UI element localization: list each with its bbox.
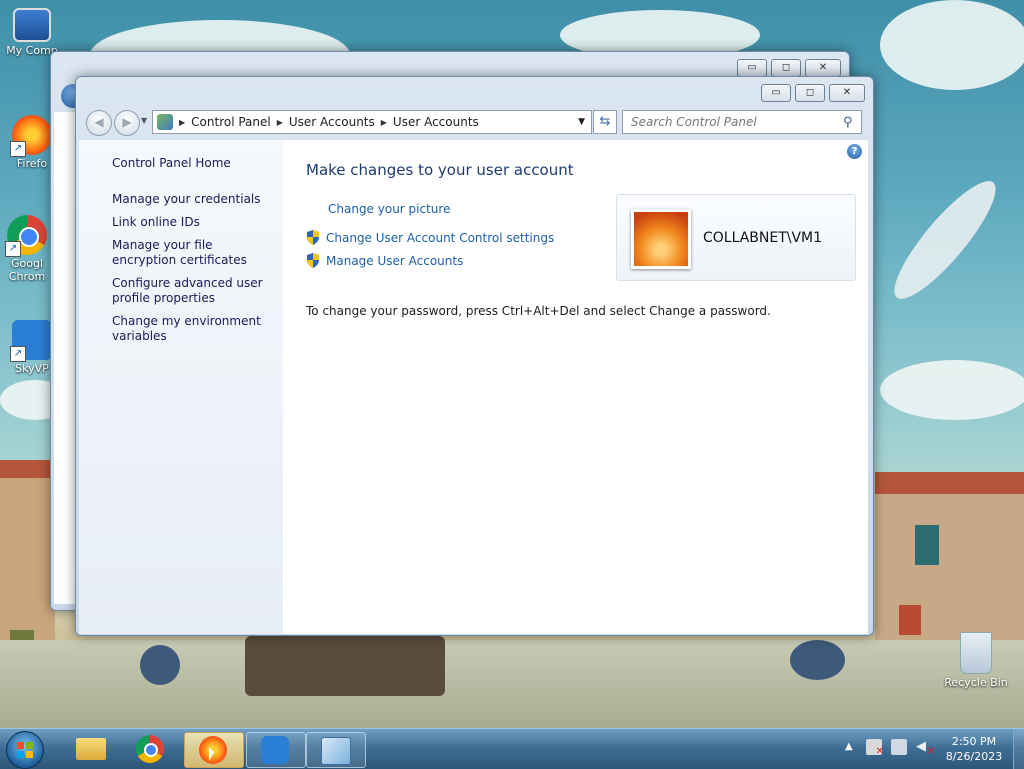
pigeon-right xyxy=(790,640,845,680)
desktop-icon-label: Googl Chrom xyxy=(8,257,46,283)
show-hidden-icons-icon[interactable]: ▲ xyxy=(845,741,853,752)
breadcrumb-user-accounts-current[interactable]: User Accounts xyxy=(393,115,479,129)
taskbar: ▲ ✕ ◀ ✕ 2:50 PM 8/26/2023 xyxy=(0,728,1024,769)
recycle-bin-icon xyxy=(960,632,992,674)
breadcrumb-control-panel[interactable]: Control Panel xyxy=(191,115,271,129)
breadcrumb-separator-icon[interactable]: ▶ xyxy=(381,118,387,127)
firefox-icon: ↗ xyxy=(10,115,52,157)
desktop-icon-recycle-bin[interactable]: Recycle Bin xyxy=(940,632,1012,689)
house-right xyxy=(875,472,1024,650)
account-picture[interactable] xyxy=(631,209,691,269)
clock[interactable]: 2:50 PM 8/26/2023 xyxy=(944,734,1004,764)
help-icon[interactable]: ? xyxy=(847,144,862,159)
clock-time: 2:50 PM xyxy=(951,735,997,748)
control-panel-icon xyxy=(157,114,173,130)
manage-credentials-link[interactable]: Manage your credentials xyxy=(112,192,277,207)
account-name: COLLABNET\VM1 xyxy=(703,230,823,246)
search-input[interactable] xyxy=(629,114,843,130)
desktop-icon-chrome[interactable]: ↗ Googl Chrom xyxy=(2,215,52,283)
volume-muted-icon[interactable]: ◀ ✕ xyxy=(916,739,935,757)
page-title: Make changes to your user account xyxy=(306,161,574,179)
taskbar-control-panel[interactable] xyxy=(306,732,366,768)
skyvpn-icon xyxy=(261,736,289,764)
network-icon[interactable] xyxy=(891,739,907,755)
file-explorer-icon xyxy=(76,738,106,760)
control-panel-home-link[interactable]: Control Panel Home xyxy=(112,156,231,171)
file-encryption-certificates-link[interactable]: Manage your file encryption certificates xyxy=(112,238,277,268)
cloud xyxy=(880,360,1024,420)
breadcrumb-separator-icon[interactable]: ▶ xyxy=(277,118,283,127)
account-tile: COLLABNET\VM1 xyxy=(616,194,856,281)
control-panel-window[interactable]: ▭ ◻ ✕ ◀ ▶ ▼ ▶ Control Panel ▶ User Accou… xyxy=(75,76,874,636)
control-panel-icon xyxy=(321,737,351,765)
desktop-icon-label: SkyVP xyxy=(15,362,49,375)
refresh-icon: ⇆ xyxy=(599,114,611,129)
show-desktop-button[interactable] xyxy=(1013,729,1024,769)
taskbar-chrome[interactable] xyxy=(122,732,180,766)
main-content-pane: ? Make changes to your user account Chan… xyxy=(283,140,868,634)
uac-shield-icon xyxy=(307,253,319,268)
back-button[interactable]: ◀ xyxy=(86,110,112,136)
taskbar-firefox[interactable] xyxy=(184,732,244,768)
refresh-button[interactable]: ⇆ xyxy=(593,110,617,134)
shortcut-arrow-icon: ↗ xyxy=(10,141,26,157)
password-instructions: To change your password, press Ctrl+Alt+… xyxy=(306,304,771,318)
computer-icon xyxy=(13,8,51,42)
desktop-icon-my-computer[interactable]: My Comp xyxy=(2,8,62,57)
maximize-button[interactable]: ◻ xyxy=(771,59,801,77)
shortcut-arrow-icon: ↗ xyxy=(10,346,26,362)
maximize-button[interactable]: ◻ xyxy=(795,84,825,102)
desktop-icon-label: Firefo xyxy=(16,157,48,170)
start-orb-icon[interactable] xyxy=(6,731,44,769)
change-picture-link[interactable]: Change your picture xyxy=(328,202,450,216)
uac-settings-row[interactable]: Change User Account Control settings xyxy=(306,230,554,245)
shortcut-arrow-icon: ↗ xyxy=(5,241,21,257)
address-bar[interactable]: ▶ Control Panel ▶ User Accounts ▶ User A… xyxy=(152,110,592,134)
breadcrumb-user-accounts[interactable]: User Accounts xyxy=(289,115,375,129)
forward-button[interactable]: ▶ xyxy=(114,110,140,136)
breadcrumb-separator-icon: ▶ xyxy=(179,117,186,127)
search-icon[interactable]: ⚲ xyxy=(843,115,853,130)
search-box[interactable]: ⚲ xyxy=(622,110,862,134)
advanced-profile-properties-link[interactable]: Configure advanced user profile properti… xyxy=(112,276,277,306)
left-navigation-pane: Control Panel Home Manage your credentia… xyxy=(79,140,283,634)
skyvpn-icon: ↗ xyxy=(10,320,52,362)
clock-date: 8/26/2023 xyxy=(945,750,1003,763)
taskbar-file-explorer[interactable] xyxy=(62,732,120,766)
action-center-icon[interactable]: ✕ xyxy=(866,739,884,757)
pigeon-left xyxy=(140,645,180,685)
taskbar-skyvpn[interactable] xyxy=(246,732,306,768)
close-button[interactable]: ✕ xyxy=(829,84,865,102)
feather-decoration xyxy=(881,169,1009,311)
mouse-cursor-icon xyxy=(209,747,214,761)
address-dropdown-icon[interactable]: ▼ xyxy=(578,117,585,127)
environment-variables-link[interactable]: Change my environment variables xyxy=(112,314,277,344)
chrome-icon xyxy=(136,735,164,763)
minimize-button[interactable]: ▭ xyxy=(761,84,791,102)
recent-pages-dropdown-icon[interactable]: ▼ xyxy=(141,116,147,125)
desktop-icon-label: Recycle Bin xyxy=(944,676,1008,689)
breadcrumb: ▶ Control Panel ▶ User Accounts ▶ User A… xyxy=(179,115,479,129)
cloud xyxy=(880,0,1024,90)
manage-user-accounts-link[interactable]: Manage User Accounts xyxy=(326,254,463,268)
crate xyxy=(245,636,445,696)
uac-settings-link[interactable]: Change User Account Control settings xyxy=(326,231,554,245)
minimize-button[interactable]: ▭ xyxy=(737,59,767,77)
chrome-icon: ↗ xyxy=(5,215,47,257)
manage-accounts-row[interactable]: Manage User Accounts xyxy=(306,253,463,268)
uac-shield-icon xyxy=(307,230,319,245)
close-button[interactable]: ✕ xyxy=(805,59,841,77)
link-online-ids-link[interactable]: Link online IDs xyxy=(112,215,277,230)
navigation-bar: ◀ ▶ ▼ ▶ Control Panel ▶ User Accounts ▶ … xyxy=(84,110,866,136)
